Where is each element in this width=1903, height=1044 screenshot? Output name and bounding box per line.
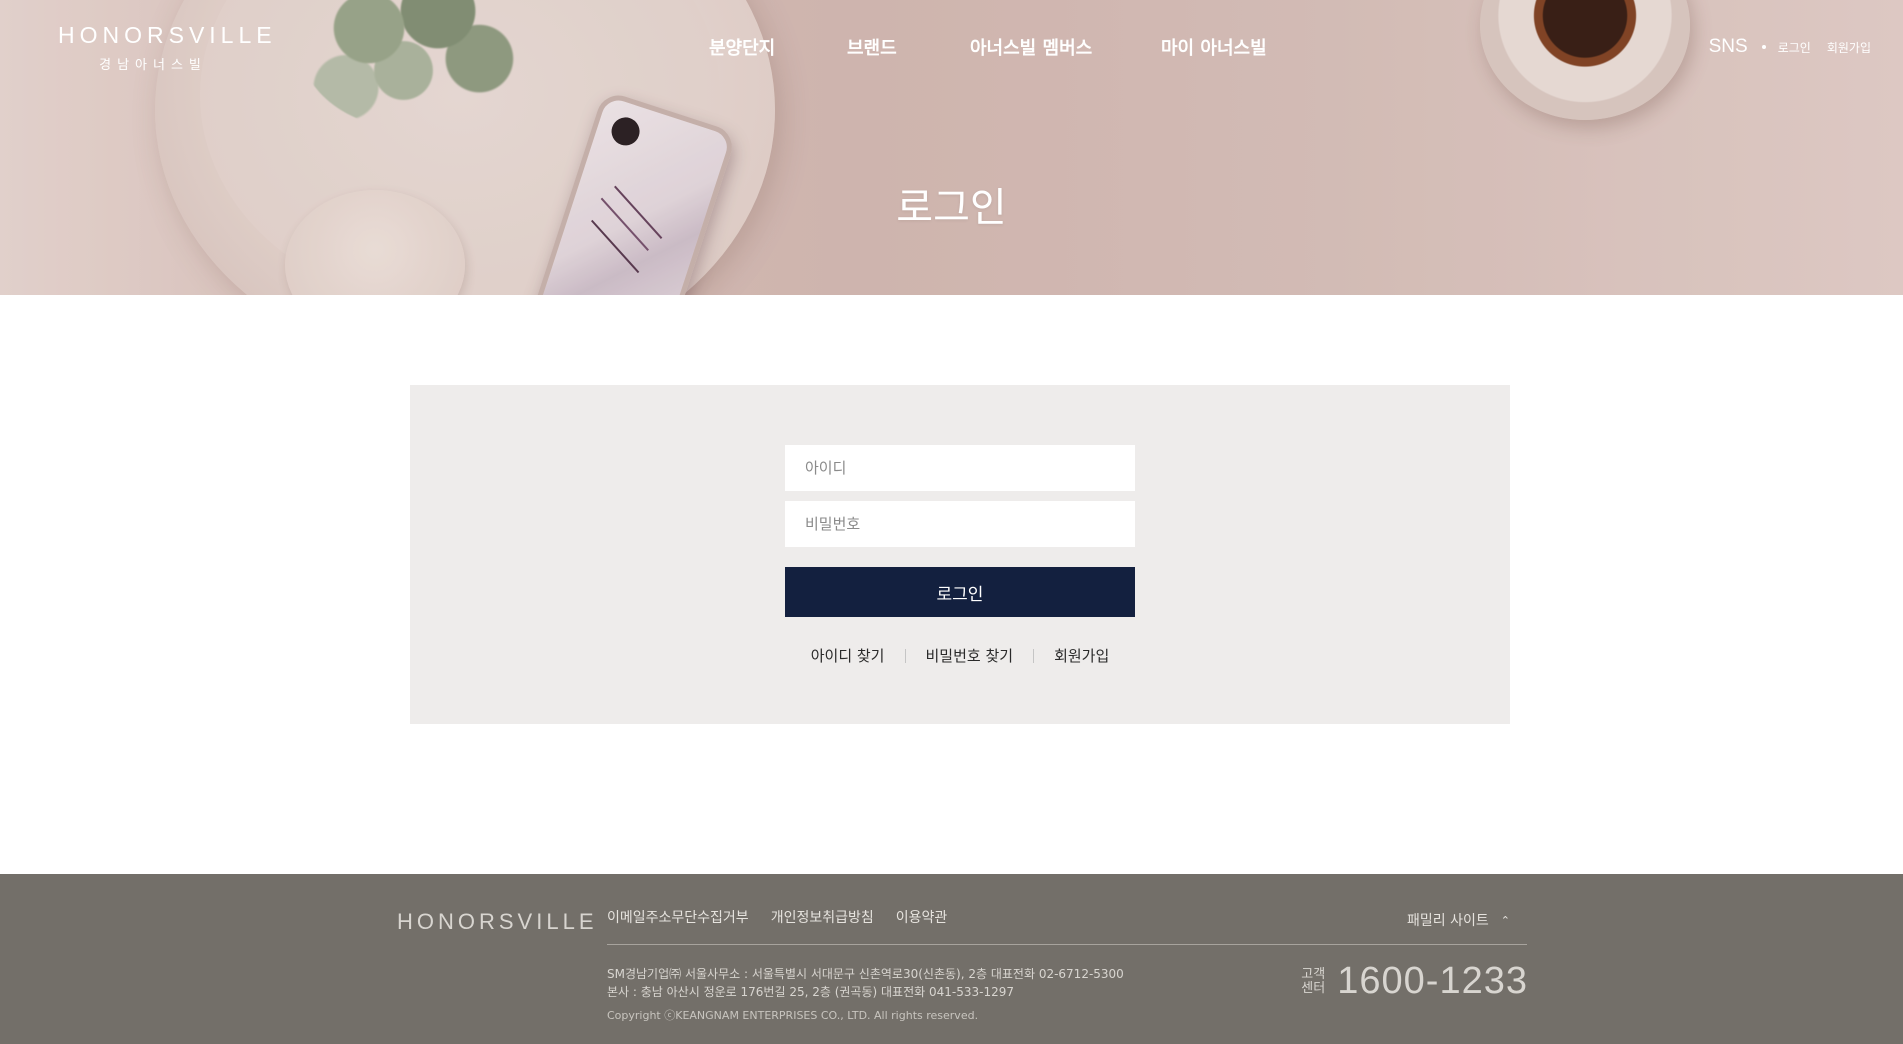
help-divider bbox=[1033, 648, 1035, 663]
login-panel: 로그인 아이디 찾기 비밀번호 찾기 회원가입 bbox=[410, 385, 1510, 724]
customer-center-label: 고객 센터 bbox=[1301, 966, 1326, 996]
header-login-link[interactable]: 로그인 bbox=[1778, 39, 1811, 56]
login-help-links: 아이디 찾기 비밀번호 찾기 회원가입 bbox=[785, 645, 1135, 666]
page-title: 로그인 bbox=[896, 184, 1007, 231]
help-divider bbox=[904, 648, 906, 663]
family-site-select[interactable]: 패밀리 사이트 ⌃ bbox=[1407, 910, 1510, 930]
find-id-link[interactable]: 아이디 찾기 bbox=[811, 645, 885, 666]
sns-link[interactable]: SNS bbox=[1709, 36, 1748, 58]
footer-copyright: Copyright ⓒKEANGNAM ENTERPRISES CO., LTD… bbox=[607, 1009, 979, 1022]
nav-item-brand[interactable]: 브랜드 bbox=[847, 34, 897, 60]
customer-center-number[interactable]: 1600-1233 bbox=[1337, 960, 1528, 1003]
chevron-up-icon: ⌃ bbox=[1500, 913, 1510, 927]
site-footer: HONORSVILLE 이메일주소무단수집거부 개인정보취급방침 이용약관 패밀… bbox=[0, 874, 1903, 1044]
footer-logo: HONORSVILLE bbox=[397, 909, 598, 934]
footer-address-seoul: SM경남기업㈜ 서울사무소 : 서울특별시 서대문구 신촌역로30(신촌동), … bbox=[607, 967, 1124, 981]
signup-link[interactable]: 회원가입 bbox=[1054, 645, 1109, 666]
find-password-link[interactable]: 비밀번호 찾기 bbox=[926, 645, 1014, 666]
login-button[interactable]: 로그인 bbox=[785, 567, 1135, 617]
id-input[interactable] bbox=[785, 445, 1135, 491]
footer-divider bbox=[607, 944, 1527, 945]
main-nav: 분양단지 브랜드 아너스빌 멤버스 마이 아너스빌 bbox=[0, 34, 1903, 64]
footer-link-terms[interactable]: 이용약관 bbox=[896, 907, 948, 927]
utility-menu: SNS 로그인 회원가입 bbox=[1709, 36, 1871, 58]
footer-link-email-policy[interactable]: 이메일주소무단수집거부 bbox=[607, 907, 749, 927]
nav-item-members[interactable]: 아너스빌 멤버스 bbox=[970, 34, 1092, 60]
util-divider-dot bbox=[1761, 45, 1766, 49]
nav-item-sites[interactable]: 분양단지 bbox=[709, 34, 775, 60]
customer-center: 고객 센터 1600-1233 bbox=[1301, 960, 1528, 1003]
header-signup-link[interactable]: 회원가입 bbox=[1827, 39, 1871, 56]
password-input[interactable] bbox=[785, 501, 1135, 547]
footer-links: 이메일주소무단수집거부 개인정보취급방침 이용약관 bbox=[607, 907, 969, 927]
family-site-label: 패밀리 사이트 bbox=[1407, 913, 1489, 929]
footer-link-privacy[interactable]: 개인정보취급방침 bbox=[771, 907, 874, 927]
footer-address-hq: 본사 : 충남 아산시 정운로 176번길 25, 2층 (권곡동) 대표전화 … bbox=[607, 985, 1014, 999]
nav-item-my[interactable]: 마이 아너스빌 bbox=[1161, 34, 1267, 60]
hero-banner: HONORSVILLE 경남아너스빌 분양단지 브랜드 아너스빌 멤버스 마이 … bbox=[0, 0, 1903, 295]
